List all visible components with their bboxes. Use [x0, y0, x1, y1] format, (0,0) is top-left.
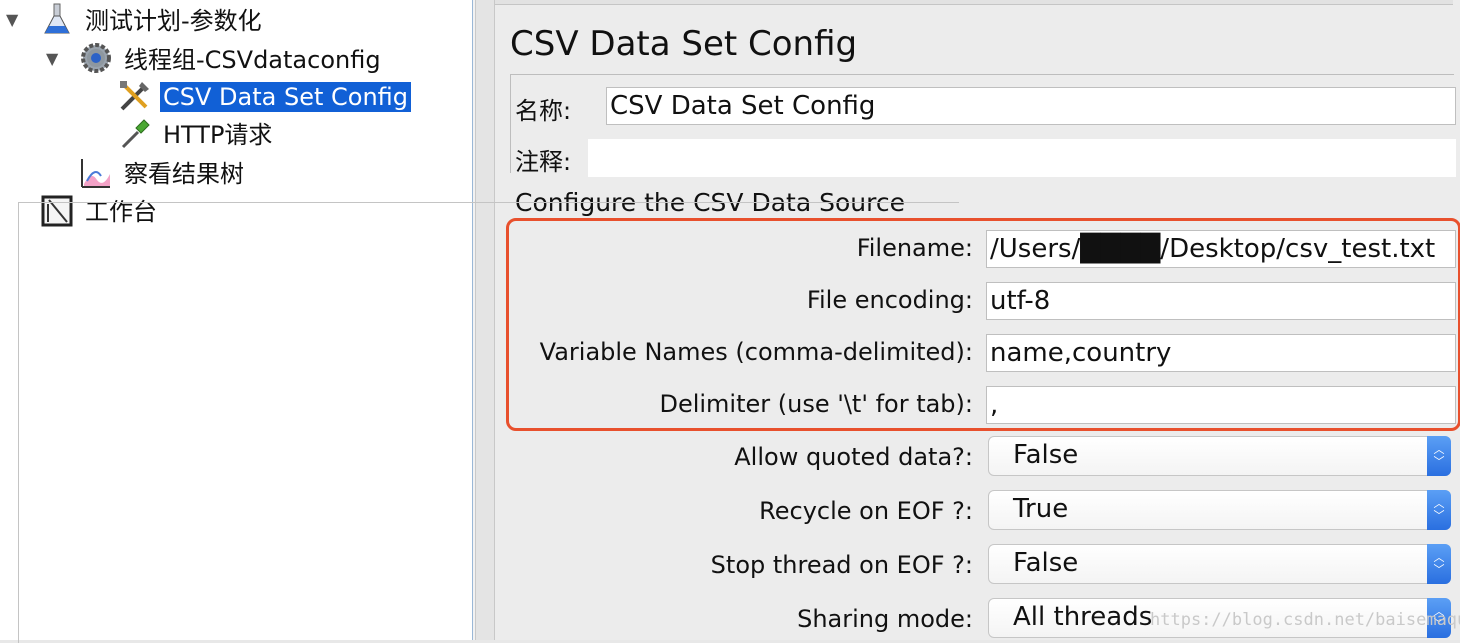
- watermark-text: https://blog.csdn.net/baisemaqu: [1150, 610, 1460, 630]
- tree-item-csv-data-set-config[interactable]: CSV Data Set Config: [160, 78, 412, 116]
- config-tools-icon: [120, 81, 149, 111]
- file-encoding-field[interactable]: utf-8: [986, 282, 1456, 320]
- tree-item-thread-group[interactable]: 线程组-CSVdataconfig: [121, 41, 384, 79]
- collapse-arrow-icon[interactable]: ▼: [46, 49, 58, 68]
- thread-group-gear-icon: [81, 43, 111, 73]
- tree-item-view-results-tree[interactable]: 察看结果树: [121, 155, 247, 193]
- variable-names-field[interactable]: name,country: [986, 334, 1456, 372]
- tree-item-label: 测试计划-参数化: [85, 7, 262, 35]
- tree-item-http-request[interactable]: HTTP请求: [160, 116, 275, 154]
- tree-item-test-plan[interactable]: 测试计划-参数化: [82, 2, 265, 40]
- select-value: False: [1013, 548, 1079, 578]
- select-value: True: [1013, 494, 1069, 524]
- tree-item-label: HTTP请求: [163, 121, 273, 149]
- select-arrows-icon[interactable]: ︿ ﹀: [1427, 490, 1451, 530]
- allow-quoted-select[interactable]: False ︿ ﹀: [988, 436, 1451, 476]
- delimiter-field[interactable]: ,: [986, 386, 1456, 424]
- select-arrows-icon[interactable]: ︿ ﹀: [1427, 544, 1451, 584]
- test-plan-flask-icon: [44, 3, 70, 34]
- tree-item-label: CSV Data Set Config: [160, 82, 412, 112]
- stop-thread-eof-select[interactable]: False ︿ ﹀: [988, 544, 1451, 584]
- filename-field[interactable]: /Users/████/Desktop/csv_test.txt: [986, 230, 1456, 268]
- select-value: All threads: [1013, 602, 1153, 632]
- csv-source-group-border: [18, 202, 959, 643]
- collapse-arrow-icon[interactable]: ▼: [6, 10, 18, 29]
- tree-item-label: 线程组-CSVdataconfig: [124, 46, 381, 74]
- results-tree-graph-icon: [81, 159, 110, 188]
- tree-item-label: 察看结果树: [124, 160, 244, 188]
- select-arrows-icon[interactable]: ︿ ﹀: [1427, 436, 1451, 476]
- select-value: False: [1013, 440, 1079, 470]
- recycle-eof-select[interactable]: True ︿ ﹀: [988, 490, 1451, 530]
- http-sampler-pipette-icon: [121, 119, 150, 149]
